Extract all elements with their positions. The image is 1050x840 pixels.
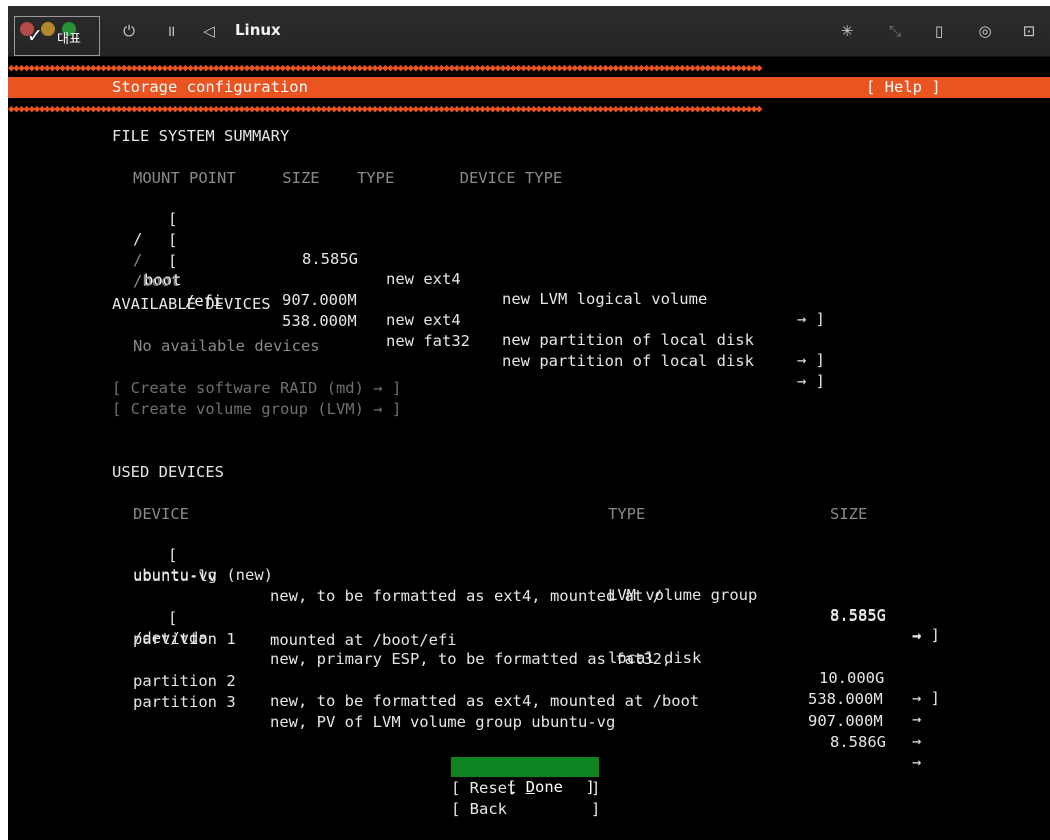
row-arrow: →	[912, 710, 922, 728]
vm-window: ⏻ ॥ ◁ Linux ✳ ⤡ ▯ ◎ ⊡ ◆◆◆◆◆◆◆◆◆◆◆◆◆◆◆◆◆◆…	[8, 6, 1050, 840]
device-size: 538.000M	[808, 690, 883, 708]
row-arrow: → ]	[797, 351, 825, 369]
row-arrow: →	[912, 732, 922, 750]
brightness-icon[interactable]: ✳	[836, 20, 858, 42]
used-row-lv[interactable]: ubuntu-lv new, to be formatted as ext4, …	[112, 546, 962, 645]
used-col-size: SIZE	[830, 505, 868, 523]
device-description: new, to be formatted as ext4, mounted at…	[270, 692, 700, 710]
row-open-bracket: [	[168, 252, 178, 270]
fs-size: 907.000M	[282, 291, 357, 309]
checkmark-icon: ✓	[27, 25, 43, 47]
window-title: Linux	[235, 21, 281, 39]
used-devices-heading: USED DEVICES	[112, 463, 224, 481]
used-col-device: DEVICE	[133, 505, 189, 523]
fs-device-type: new LVM logical volume	[502, 290, 708, 308]
mount-point-prefix: /boot	[133, 272, 180, 290]
fs-device-type: new partition of local disk	[502, 331, 754, 349]
device-name: partition 1	[133, 630, 236, 648]
used-row-partition-3[interactable]: partition 3 new, PV of LVM volume group …	[112, 672, 962, 771]
fs-size: 538.000M	[282, 312, 357, 330]
row-arrow: → ]	[797, 310, 825, 328]
row-arrow: → ]	[797, 372, 825, 390]
device-description: new, PV of LVM volume group ubuntu-vg	[270, 713, 616, 731]
help-button[interactable]: [ Help ]	[866, 78, 941, 96]
device-size: 8.586G	[830, 733, 886, 751]
done-button[interactable]: [ Done]	[451, 757, 599, 796]
used-row-disk[interactable]: [ /dev/vda local disk 10.000G → ]	[112, 588, 962, 707]
device-description-cont: mounted at /boot/efi	[270, 631, 457, 649]
fs-type: new ext4	[386, 270, 461, 288]
device-size: 907.000M	[808, 712, 883, 730]
used-row-partition-1[interactable]: partition 1 new, primary ESP, to be form…	[112, 609, 962, 728]
shared-folder-icon[interactable]: ⊡	[1018, 20, 1040, 42]
header-pattern-top: ◆◆◆◆◆◆◆◆◆◆◆◆◆◆◆◆◆◆◆◆◆◆◆◆◆◆◆◆◆◆◆◆◆◆◆◆◆◆◆◆…	[8, 62, 763, 74]
back-icon[interactable]: ◁	[198, 20, 220, 42]
fs-type: new fat32	[386, 332, 470, 350]
used-row-vg[interactable]: [ ubuntu-vg (new) LVM volume group 8.585…	[112, 525, 962, 644]
fs-summary-columns: MOUNT POINT SIZE TYPE DEVICE TYPE	[133, 169, 563, 187]
page-title: Storage configuration	[112, 78, 308, 96]
device-name: ubuntu-lv	[133, 567, 217, 585]
row-arrow: →	[912, 753, 922, 771]
create-lvm-button[interactable]: [ Create volume group (LVM) → ]	[112, 399, 401, 419]
back-button[interactable]: [ Back ]	[451, 799, 600, 819]
device-name: partition 3	[133, 693, 236, 711]
used-col-type: TYPE	[608, 505, 646, 523]
power-icon[interactable]: ⏻	[118, 20, 140, 42]
resize-icon[interactable]: ⤡	[884, 20, 906, 42]
selection-badge[interactable]: ✓ 대표	[14, 16, 100, 56]
badge-label: 대표	[57, 32, 81, 47]
fs-type: new ext4	[386, 311, 461, 329]
available-devices-heading: AVAILABLE DEVICES	[112, 295, 271, 313]
usb-icon[interactable]: ▯	[928, 20, 950, 42]
terminal-screen: ◆◆◆◆◆◆◆◆◆◆◆◆◆◆◆◆◆◆◆◆◆◆◆◆◆◆◆◆◆◆◆◆◆◆◆◆◆◆◆◆…	[8, 57, 1050, 840]
header-bar: Storage configuration [ Help ]	[8, 77, 1050, 98]
pause-icon[interactable]: ॥	[160, 20, 182, 42]
title-bar: ⏻ ॥ ◁ Linux ✳ ⤡ ▯ ◎ ⊡	[8, 6, 1050, 57]
fs-size: 8.585G	[302, 250, 358, 268]
no-available-devices: No available devices	[133, 337, 320, 355]
fs-device-type: new partition of local disk	[502, 352, 754, 370]
used-row-partition-2[interactable]: partition 2 new, to be formatted as ext4…	[112, 651, 962, 750]
create-raid-button[interactable]: [ Create software RAID (md) → ]	[112, 378, 401, 398]
reset-button[interactable]: [ Reset ]	[451, 778, 600, 798]
disc-icon[interactable]: ◎	[974, 20, 996, 42]
header-pattern-bottom: ◆◆◆◆◆◆◆◆◆◆◆◆◆◆◆◆◆◆◆◆◆◆◆◆◆◆◆◆◆◆◆◆◆◆◆◆◆◆◆◆…	[8, 103, 763, 115]
fs-summary-heading: FILE SYSTEM SUMMARY	[112, 127, 290, 145]
